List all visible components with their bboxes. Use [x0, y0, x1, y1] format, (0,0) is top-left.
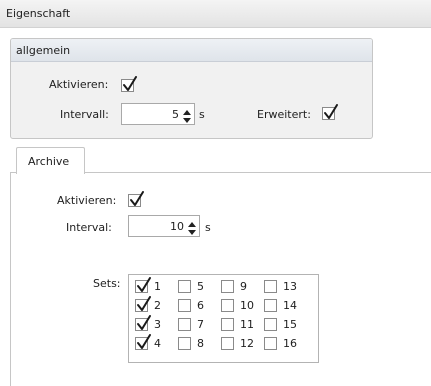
general-extended-checkbox[interactable] [322, 104, 338, 120]
general-interval-label: Intervall: [60, 108, 109, 121]
archive-interval-input[interactable] [131, 218, 184, 234]
set-label-15: 15 [283, 318, 297, 331]
set-label-9: 9 [240, 280, 247, 293]
archive-interval-spinner[interactable] [128, 215, 200, 237]
archive-sets-label: Sets: [93, 277, 121, 290]
archive-activate-checkbox[interactable] [128, 191, 144, 207]
set-label-16: 16 [283, 337, 297, 350]
set-checkbox-13[interactable] [264, 280, 277, 293]
set-checkbox-6[interactable] [178, 299, 191, 312]
set-checkbox-9[interactable] [221, 280, 234, 293]
set-checkbox-1[interactable] [135, 277, 151, 293]
set-checkbox-10[interactable] [221, 299, 234, 312]
check-mark-icon [137, 277, 151, 292]
set-checkbox-16[interactable] [264, 337, 277, 350]
set-checkbox-7[interactable] [178, 318, 191, 331]
check-mark-icon [123, 76, 137, 91]
general-group-header: allgemein [11, 39, 372, 62]
general-interval-spinner[interactable] [121, 103, 195, 125]
set-label-1: 1 [154, 280, 161, 293]
set-checkbox-2[interactable] [135, 296, 151, 312]
spin-down-icon[interactable] [182, 115, 192, 123]
set-checkbox-15[interactable] [264, 318, 277, 331]
set-label-5: 5 [197, 280, 204, 293]
check-mark-icon [137, 334, 151, 349]
set-checkbox-4[interactable] [135, 334, 151, 350]
property-panel-title: Eigenschaft [6, 7, 71, 20]
set-checkbox-12[interactable] [221, 337, 234, 350]
general-group-title: allgemein [16, 44, 71, 57]
general-interval-input[interactable] [124, 106, 179, 122]
set-label-2: 2 [154, 299, 161, 312]
tab-archive-label: Archive [28, 155, 70, 168]
set-label-7: 7 [197, 318, 204, 331]
check-mark-icon [130, 191, 144, 206]
set-checkbox-11[interactable] [221, 318, 234, 331]
check-mark-icon [137, 315, 151, 330]
archive-interval-unit: s [205, 221, 211, 234]
general-extended-label: Erweitert: [257, 108, 311, 121]
spin-up-icon[interactable] [182, 106, 192, 115]
set-label-4: 4 [154, 337, 161, 350]
tab-panel-border [10, 172, 11, 386]
check-mark-icon [324, 104, 338, 119]
set-label-6: 6 [197, 299, 204, 312]
spin-up-icon[interactable] [187, 218, 197, 227]
property-panel-header: Eigenschaft [0, 0, 431, 28]
spin-down-icon[interactable] [187, 227, 197, 235]
general-interval-unit: s [199, 108, 205, 121]
archive-activate-label: Aktivieren: [57, 194, 117, 207]
set-checkbox-5[interactable] [178, 280, 191, 293]
set-checkbox-14[interactable] [264, 299, 277, 312]
general-activate-checkbox[interactable] [121, 76, 137, 92]
check-mark-icon [137, 296, 151, 311]
set-checkbox-3[interactable] [135, 315, 151, 331]
set-label-13: 13 [283, 280, 297, 293]
general-activate-label: Aktivieren: [49, 78, 109, 91]
set-label-14: 14 [283, 299, 297, 312]
set-label-12: 12 [240, 337, 254, 350]
archive-interval-label: Interval: [66, 221, 112, 234]
set-label-11: 11 [240, 318, 254, 331]
set-label-8: 8 [197, 337, 204, 350]
set-label-10: 10 [240, 299, 254, 312]
set-checkbox-8[interactable] [178, 337, 191, 350]
set-label-3: 3 [154, 318, 161, 331]
tab-archive[interactable]: Archive [16, 147, 85, 174]
